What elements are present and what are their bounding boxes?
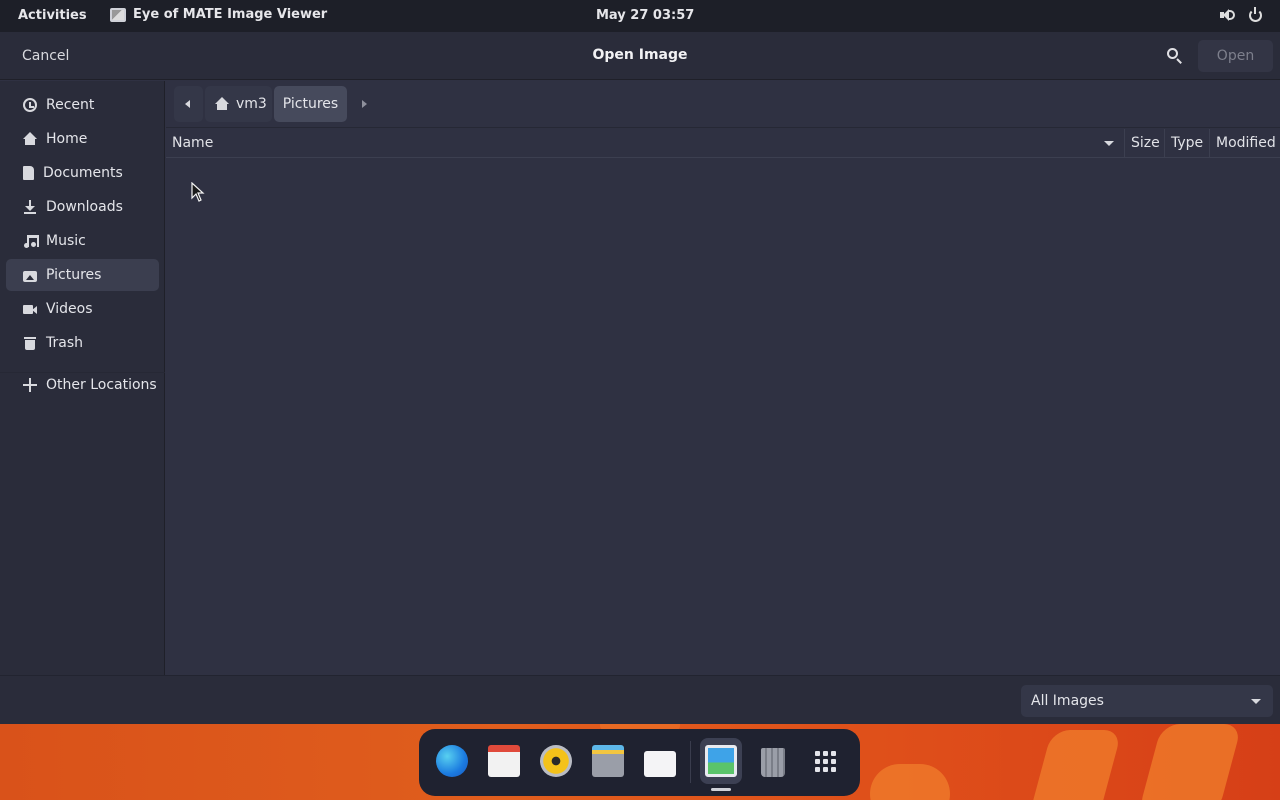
path-segment-pictures[interactable]: Pictures	[274, 86, 347, 122]
app-name: Eye of MATE Image Viewer	[133, 7, 328, 22]
path-segment-label: vm3	[236, 96, 267, 112]
home-icon	[215, 97, 229, 111]
sidebar-item-label: Trash	[46, 335, 83, 351]
music-icon	[23, 234, 39, 248]
sidebar-item-music[interactable]: Music	[6, 225, 159, 257]
activities-button[interactable]: Activities	[18, 8, 87, 23]
sidebar-item-label: Downloads	[46, 199, 123, 215]
sidebar-item-recent[interactable]: Recent	[6, 89, 159, 121]
download-icon	[23, 200, 37, 214]
sort-descending-icon	[1104, 141, 1114, 146]
sidebar-item-other-locations[interactable]: Other Locations	[6, 369, 159, 401]
clock-icon	[23, 98, 37, 112]
calendar-icon[interactable]	[486, 743, 522, 779]
sidebar-item-label: Music	[46, 233, 86, 249]
dialog-footer: All Images	[0, 675, 1280, 724]
document-icon	[23, 166, 34, 180]
sidebar-item-label: Home	[46, 131, 88, 147]
sidebar-item-label: Documents	[43, 165, 123, 181]
image-viewer-icon[interactable]	[703, 743, 739, 779]
search-icon	[1167, 48, 1178, 59]
column-name[interactable]: Name	[166, 129, 1125, 157]
software-store-icon[interactable]	[642, 743, 678, 779]
sidebar-item-label: Other Locations	[46, 377, 157, 393]
sidebar-item-home[interactable]: Home	[6, 123, 159, 155]
sidebar-item-documents[interactable]: Documents	[6, 157, 159, 189]
top-bar: Activities Eye of MATE Image Viewer May …	[0, 0, 1280, 32]
dialog-title: Open Image	[592, 47, 688, 63]
sidebar-item-videos[interactable]: Videos	[6, 293, 159, 325]
column-size[interactable]: Size	[1125, 129, 1165, 157]
open-button[interactable]: Open	[1198, 40, 1273, 72]
image-viewer-icon	[110, 7, 126, 22]
path-back-button[interactable]	[174, 86, 203, 122]
trash-icon	[23, 336, 37, 350]
sidebar-item-label: Pictures	[46, 267, 102, 283]
sidebar-item-downloads[interactable]: Downloads	[6, 191, 159, 223]
video-icon	[23, 302, 37, 316]
path-bar: vm3 Pictures	[166, 81, 1280, 128]
files-icon[interactable]	[590, 743, 626, 779]
file-list[interactable]	[166, 158, 1280, 675]
search-button[interactable]	[1158, 41, 1190, 71]
music-player-icon[interactable]	[538, 743, 574, 779]
chevron-down-icon	[1251, 699, 1261, 704]
dock	[419, 729, 860, 796]
app-menu[interactable]: Eye of MATE Image Viewer	[110, 7, 327, 22]
clock[interactable]: May 27 03:57	[596, 8, 694, 23]
sidebar-item-pictures[interactable]: Pictures	[6, 259, 159, 291]
path-forward-button[interactable]	[350, 86, 378, 122]
file-filter-select[interactable]: All Images	[1021, 685, 1273, 717]
column-header: Name Size Type Modified	[166, 129, 1280, 158]
sidebar-item-trash[interactable]: Trash	[6, 327, 159, 359]
column-modified[interactable]: Modified	[1210, 129, 1280, 157]
plus-icon	[23, 378, 37, 392]
file-filter-value: All Images	[1031, 693, 1104, 709]
power-icon[interactable]	[1249, 7, 1262, 22]
app-grid-icon[interactable]	[807, 743, 843, 779]
browser-icon[interactable]	[434, 743, 470, 779]
picture-icon	[23, 270, 37, 282]
system-tray[interactable]	[1219, 7, 1262, 23]
places-sidebar: Recent Home Documents Downloads Music Pi…	[0, 81, 165, 675]
path-segment-home[interactable]: vm3	[205, 86, 272, 122]
home-icon	[23, 132, 37, 146]
column-type[interactable]: Type	[1165, 129, 1210, 157]
dialog-header: Cancel Open Image Open	[0, 32, 1280, 80]
trash-icon[interactable]	[755, 743, 791, 779]
sidebar-item-label: Recent	[46, 97, 95, 113]
volume-icon[interactable]	[1219, 7, 1235, 23]
sidebar-item-label: Videos	[46, 301, 93, 317]
